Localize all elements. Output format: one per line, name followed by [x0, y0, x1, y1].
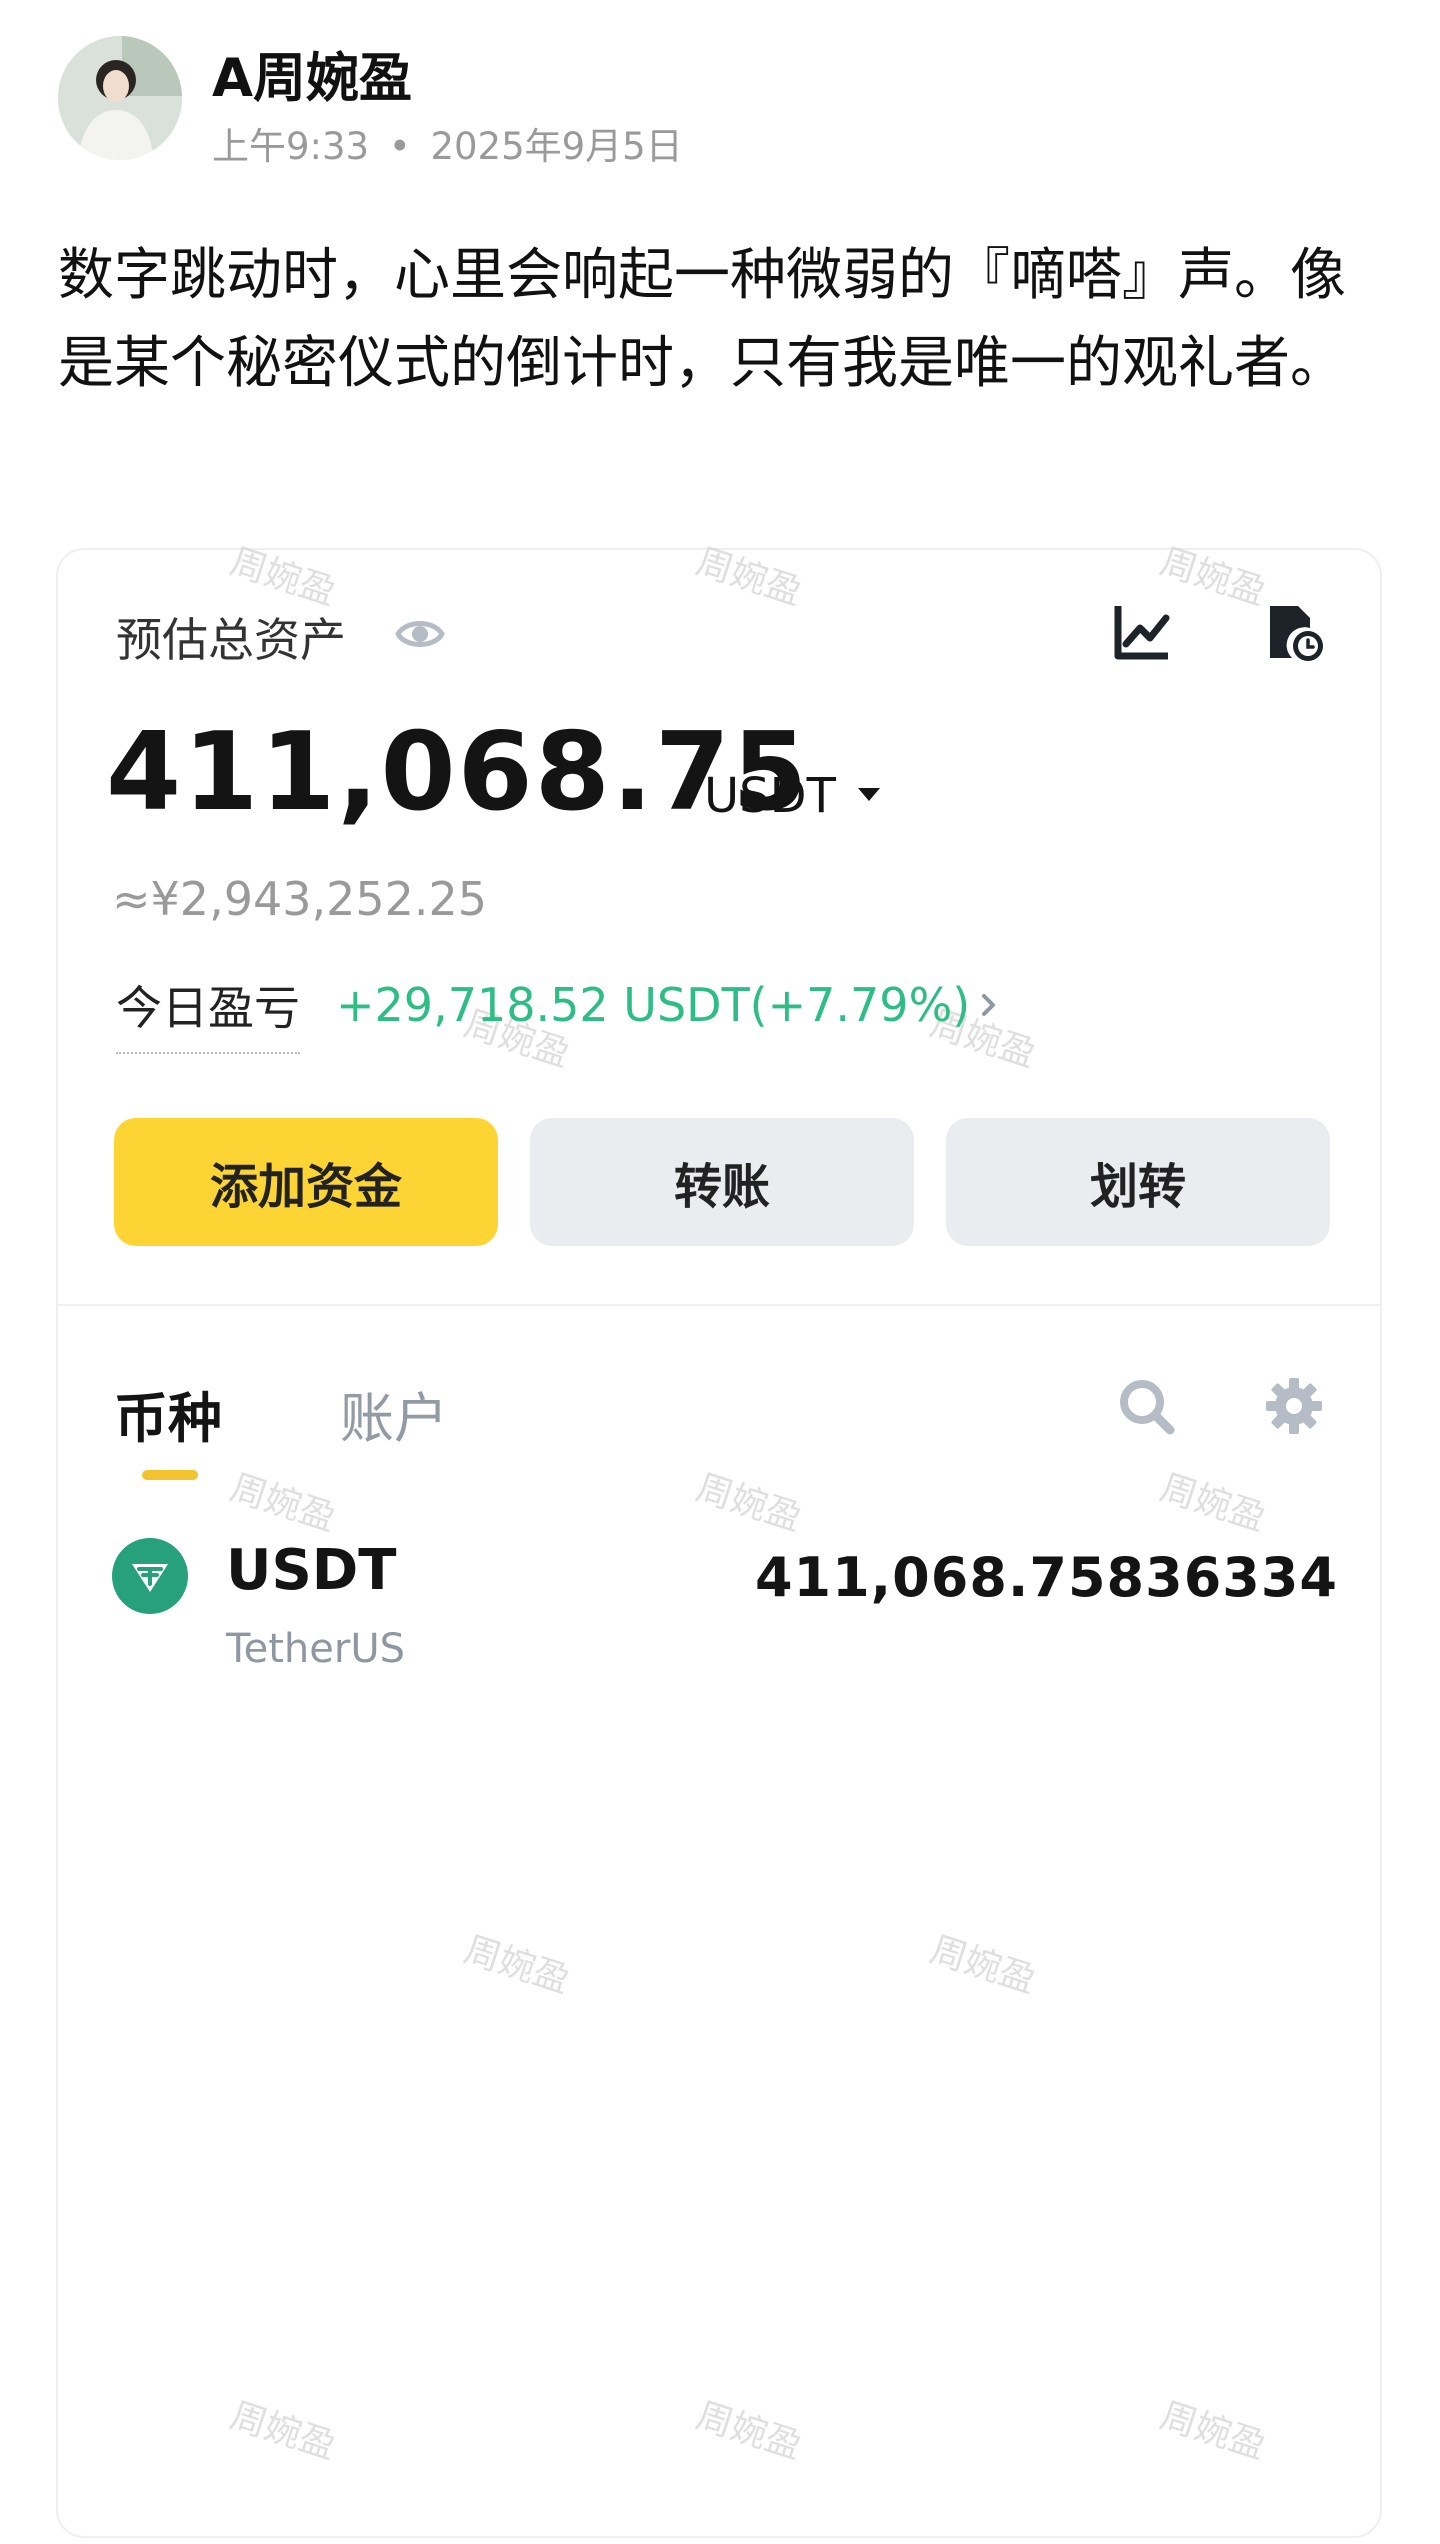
balance-unit-selector[interactable]: USDT — [704, 768, 836, 824]
add-funds-button[interactable]: 添加资金 — [114, 1118, 498, 1246]
cny-equivalent: ≈¥2,943,252.25 — [112, 872, 488, 926]
internal-transfer-button[interactable]: 划转 — [946, 1118, 1330, 1246]
post-meta: 上午9:33 • 2025年9月5日 — [212, 116, 683, 170]
post-text: 数字跳动时，心里会响起一种微弱的『嘀嗒』声。像是某个秘密仪式的倒计时，只有我是唯… — [58, 243, 1346, 396]
active-tab-indicator — [142, 1470, 198, 1480]
chevron-right-icon[interactable] — [976, 990, 1002, 1020]
coin-full-name: TetherUS — [226, 1626, 406, 1672]
estimated-assets-label: 预估总资产 — [116, 613, 346, 667]
avatar[interactable] — [58, 36, 182, 160]
tab-coins[interactable]: 币种 — [114, 1374, 222, 1453]
post-time: 上午9:33 — [212, 125, 370, 168]
line-chart-icon[interactable] — [1110, 600, 1174, 664]
tab-accounts[interactable]: 账户 — [340, 1374, 448, 1453]
todays-pnl-label[interactable]: 今日盈亏 — [116, 972, 300, 1054]
gear-icon[interactable] — [1262, 1374, 1326, 1438]
todays-pnl-value[interactable]: +29,718.52 USDT(+7.79%) — [336, 978, 970, 1032]
eye-icon[interactable] — [394, 608, 446, 660]
tether-icon — [112, 1538, 188, 1614]
username[interactable]: A周婉盈 — [212, 36, 412, 112]
search-icon[interactable] — [1116, 1376, 1178, 1438]
meta-separator: • — [388, 125, 411, 168]
coin-amount: 411,068.75836334 — [754, 1546, 1338, 1609]
caret-down-icon[interactable] — [858, 788, 880, 801]
section-divider — [58, 1304, 1380, 1306]
avatar-photo — [58, 36, 182, 160]
history-icon[interactable] — [1262, 600, 1326, 664]
coin-symbol[interactable]: USDT — [226, 1538, 397, 1603]
transfer-button[interactable]: 转账 — [530, 1118, 914, 1246]
post-date: 2025年9月5日 — [430, 125, 683, 168]
